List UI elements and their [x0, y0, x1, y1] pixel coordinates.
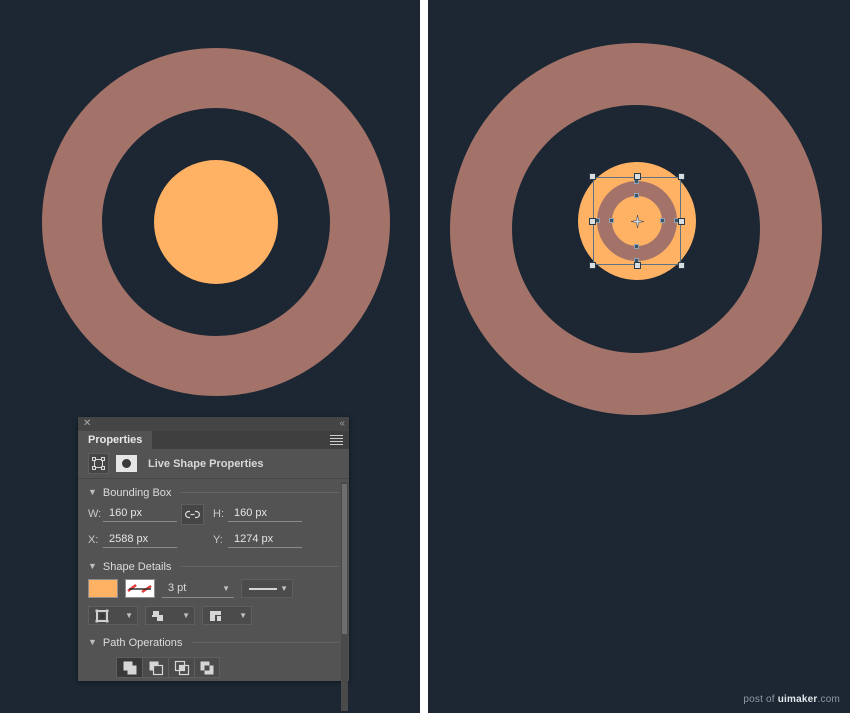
subtract-front-shape-button[interactable]	[142, 657, 168, 678]
solid-line-icon	[249, 587, 277, 590]
stroke-color-swatch[interactable]	[125, 579, 155, 598]
center-circle-shape-left[interactable]	[154, 160, 278, 284]
live-shape-header: Live Shape Properties	[78, 449, 349, 479]
y-label: Y:	[213, 534, 223, 546]
panel-tabbar[interactable]: Properties	[78, 431, 349, 449]
bounding-box-size-row: W: 160 px H: 160 px	[78, 501, 349, 527]
transform-handle-nw[interactable]	[589, 173, 596, 180]
scrollbar-thumb[interactable]	[342, 484, 347, 634]
section-rule	[181, 492, 339, 493]
section-header-path-operations[interactable]: ▼ Path Operations	[78, 634, 349, 651]
height-label: H:	[213, 508, 224, 520]
transform-handle-n[interactable]	[634, 173, 641, 180]
height-input[interactable]: 160 px	[228, 506, 302, 522]
stroke-align-icon	[95, 609, 109, 622]
path-anchor-inner-right[interactable]	[660, 218, 665, 223]
shape-details-row-2: ▼ ▼ ▼	[78, 602, 349, 629]
tab-properties[interactable]: Properties	[78, 431, 153, 449]
stroke-width-value: 3 pt	[168, 582, 187, 594]
section-title-bounding-box: Bounding Box	[102, 486, 172, 499]
stroke-width-dropdown[interactable]: 3 pt ▼	[162, 579, 234, 598]
panel-body: Live Shape Properties ▼ Bounding Box W: …	[78, 449, 349, 711]
link-chain-icon[interactable]	[181, 503, 204, 525]
path-anchor-inner-bottom[interactable]	[634, 244, 639, 249]
panel-scrollbar[interactable]	[341, 482, 348, 711]
path-operations-group	[78, 651, 349, 678]
transform-handle-sw[interactable]	[589, 262, 596, 269]
stroke-caps-dropdown[interactable]: ▼	[145, 606, 195, 625]
stroke-style-dropdown[interactable]: ▼	[241, 579, 293, 598]
section-title-shape-details: Shape Details	[102, 560, 172, 573]
chevron-down-icon[interactable]: ▼	[88, 562, 97, 571]
properties-panel[interactable]: ✕ « Properties Live Shape Properties ▼ B…	[78, 417, 349, 711]
chevron-down-icon[interactable]: ▼	[88, 488, 97, 497]
canvas-right-artwork[interactable]	[428, 0, 850, 713]
chevron-down-icon[interactable]: ▼	[88, 638, 97, 647]
transform-bounding-box[interactable]	[589, 173, 685, 269]
collapse-icon[interactable]: «	[339, 418, 344, 429]
stroke-align-dropdown[interactable]: ▼	[88, 606, 138, 625]
section-rule	[181, 566, 339, 567]
exclude-overlapping-shapes-button[interactable]	[194, 657, 220, 678]
section-title-path-operations: Path Operations	[102, 636, 183, 649]
stroke-corners-dropdown[interactable]: ▼	[202, 606, 252, 625]
x-input[interactable]: 2588 px	[103, 532, 177, 548]
panel-titlebar[interactable]: ✕ «	[78, 417, 349, 431]
width-input[interactable]: 160 px	[103, 506, 177, 522]
width-label: W:	[88, 508, 102, 520]
watermark-brand: uimaker	[777, 694, 818, 705]
canvas-divider	[420, 0, 428, 713]
watermark-prefix: post of	[743, 694, 778, 705]
watermark-suffix: .com	[817, 694, 840, 705]
combine-shapes-button[interactable]	[116, 657, 142, 678]
path-anchor-inner-top[interactable]	[634, 193, 639, 198]
fill-color-swatch[interactable]	[88, 579, 118, 598]
shape-details-row-1: 3 pt ▼ ▼	[78, 575, 349, 602]
chevron-down-icon: ▼	[280, 584, 288, 593]
stroke-corners-icon	[210, 610, 221, 621]
chevron-down-icon: ▼	[125, 611, 133, 620]
reference-point-icon[interactable]	[630, 214, 644, 228]
y-input[interactable]: 1274 px	[228, 532, 302, 548]
mask-dot	[122, 459, 131, 468]
transform-handle-ne[interactable]	[678, 173, 685, 180]
close-icon[interactable]: ✕	[83, 419, 91, 429]
screenshot-root: ✕ « Properties Live Shape Properties ▼ B…	[0, 0, 850, 713]
live-shape-title: Live Shape Properties	[148, 457, 264, 470]
chevron-down-icon: ▼	[182, 611, 190, 620]
mask-thumbnail-icon[interactable]	[116, 455, 137, 472]
live-shape-icon[interactable]	[88, 453, 109, 474]
transform-handle-se[interactable]	[678, 262, 685, 269]
intersect-shape-areas-button[interactable]	[168, 657, 194, 678]
transform-handle-s[interactable]	[634, 262, 641, 269]
chevron-down-icon: ▼	[239, 611, 247, 620]
watermark: post of uimaker.com	[743, 694, 840, 705]
bounding-box-position-row: X: 2588 px Y: 1274 px	[78, 527, 349, 553]
section-rule	[192, 642, 339, 643]
stroke-caps-icon	[152, 610, 163, 621]
path-anchor-inner-left[interactable]	[609, 218, 614, 223]
hamburger-menu-icon[interactable]	[330, 435, 343, 445]
transform-handle-e[interactable]	[678, 218, 685, 225]
chevron-down-icon: ▼	[222, 583, 230, 593]
x-label: X:	[88, 534, 99, 546]
section-header-shape-details[interactable]: ▼ Shape Details	[78, 558, 349, 575]
section-header-bounding-box[interactable]: ▼ Bounding Box	[78, 484, 349, 501]
transform-handle-w[interactable]	[589, 218, 596, 225]
